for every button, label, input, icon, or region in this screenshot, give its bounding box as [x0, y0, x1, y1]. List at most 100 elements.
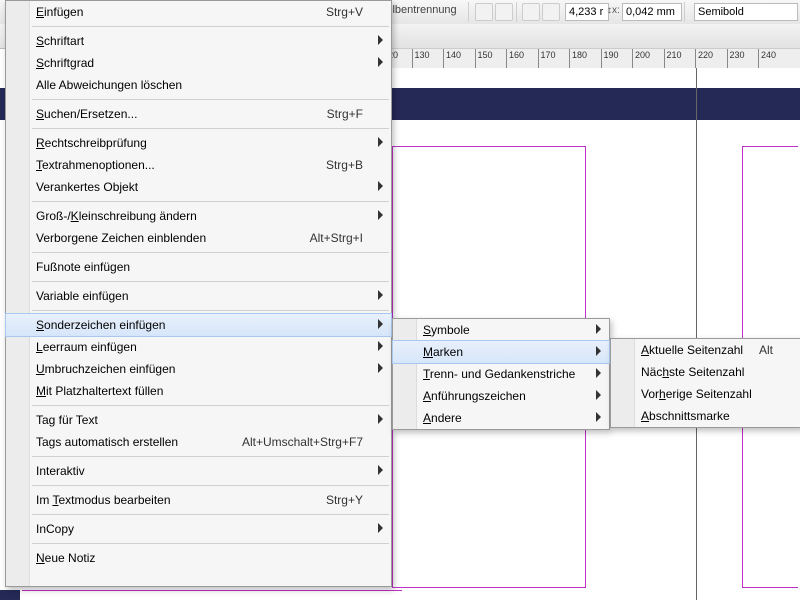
main-menu-item-29[interactable]: Im Textmodus bearbeiten Strg+Y [6, 489, 391, 511]
submenu-arrow-icon [378, 35, 383, 45]
menu-item-label: Symbole [423, 323, 470, 337]
main-menu-item-4[interactable]: Alle Abweichungen löschen [6, 74, 391, 96]
align-icon-2[interactable] [495, 3, 513, 21]
submenu-marken-item-0[interactable]: Aktuelle Seitenzahl Alt [611, 339, 800, 361]
grid-icon[interactable] [522, 3, 540, 21]
main-menu-item-25[interactable]: Tags automatisch erstellen Alt+Umschalt+S… [6, 431, 391, 453]
menu-item-label: Suchen/Ersetzen... [36, 107, 137, 121]
main-menu-item-6[interactable]: Suchen/Ersetzen... Strg+F [6, 103, 391, 125]
main-menu-item-12[interactable]: Groß-/Kleinschreibung ändern [6, 205, 391, 227]
submenu-sonderzeichen-item-0[interactable]: Symbole [393, 319, 609, 341]
main-menu-item-20[interactable]: Leerraum einfügen [6, 336, 391, 358]
submenu-arrow-icon [378, 465, 383, 475]
measure-field-1[interactable]: 4,233 r [565, 3, 609, 21]
ruler-tick: 230 [727, 49, 745, 69]
menu-item-label: Nächste Seitenzahl [641, 365, 744, 379]
menu-item-label: Vorherige Seitenzahl [641, 387, 752, 401]
main-menu-item-9[interactable]: Textrahmenoptionen...Strg+B [6, 154, 391, 176]
menu-item-shortcut: Alt [759, 339, 773, 361]
submenu-sonderzeichen-item-4[interactable]: Andere [393, 407, 609, 429]
menu-item-shortcut: Strg+Y [326, 489, 363, 511]
main-menu-item-24[interactable]: Tag für Text [6, 409, 391, 431]
main-dropdown-menu: Einfügen Strg+V Schriftart Schriftgrad Alle … [5, 0, 392, 587]
menu-item-label: Umbruchzeichen einfügen [36, 362, 175, 376]
menu-separator [32, 405, 389, 406]
main-menu-item-21[interactable]: Umbruchzeichen einfügen [6, 358, 391, 380]
main-menu-item-15[interactable]: Fußnote einfügen [6, 256, 391, 278]
submenu-sonderzeichen-item-3[interactable]: Anführungszeichen [393, 385, 609, 407]
menu-item-label: Tags automatisch erstellen [36, 435, 178, 449]
submenu-sonderzeichen: Symbole Marken Trenn- und Gedankenstriche A… [392, 318, 610, 430]
submenu-arrow-icon [378, 181, 383, 191]
submenu-arrow-icon [596, 368, 601, 378]
menu-item-label: Sonderzeichen einfügen [36, 318, 165, 332]
toolbar-separator [516, 2, 517, 22]
menu-item-label: Schriftart [36, 34, 84, 48]
ruler-tick: 140 [443, 49, 461, 69]
toolbar-fragment-text: ilbentrennung [390, 4, 457, 16]
ruler-tick: 200 [632, 49, 650, 69]
menu-item-label: Abschnittsmarke [641, 409, 730, 423]
menu-item-label: Anführungszeichen [423, 389, 526, 403]
menu-item-shortcut: Strg+V [326, 1, 363, 23]
font-style-field[interactable]: Semibold [694, 3, 798, 21]
submenu-marken-item-2[interactable]: Vorherige Seitenzahl [611, 383, 800, 405]
menu-item-label: Fußnote einfügen [36, 260, 130, 274]
menu-item-label: Textrahmenoptionen... [36, 158, 155, 172]
menu-separator [32, 514, 389, 515]
menu-separator [32, 456, 389, 457]
menu-item-shortcut: Alt+Strg+I [310, 227, 363, 249]
submenu-arrow-icon [596, 412, 601, 422]
main-menu-item-31[interactable]: InCopy [6, 518, 391, 540]
menu-item-shortcut: Alt+Umschalt+Strg+F7 [242, 431, 363, 453]
menu-item-label: Groß-/Kleinschreibung ändern [36, 209, 197, 223]
submenu-arrow-icon [596, 324, 601, 334]
menu-separator [32, 543, 389, 544]
toolbar-separator [468, 2, 469, 22]
main-menu-item-10[interactable]: Verankertes Objekt [6, 176, 391, 198]
submenu-marken-item-3[interactable]: Abschnittsmarke [611, 405, 800, 427]
main-menu-item-22[interactable]: Mit Platzhaltertext füllen [6, 380, 391, 402]
submenu-arrow-icon [378, 290, 383, 300]
menu-item-label: Alle Abweichungen löschen [36, 78, 182, 92]
main-menu-item-8[interactable]: Rechtschreibprüfung [6, 132, 391, 154]
menu-item-shortcut: Strg+F [327, 103, 363, 125]
main-menu-item-13[interactable]: Verborgene Zeichen einblendenAlt+Strg+I [6, 227, 391, 249]
grid-icon-2[interactable] [542, 3, 560, 21]
ruler-tick: 170 [538, 49, 556, 69]
main-menu-item-2[interactable]: Schriftart [6, 30, 391, 52]
submenu-arrow-icon [378, 210, 383, 220]
main-menu-item-19[interactable]: Sonderzeichen einfügen [6, 314, 391, 336]
menu-item-label: Einfügen [36, 5, 83, 19]
horizontal-ruler: 120130140150160170180190200210220230240 [380, 48, 800, 70]
ruler-tick: 190 [601, 49, 619, 69]
ruler-tick: 130 [412, 49, 430, 69]
menu-item-label: Mit Platzhaltertext füllen [36, 384, 163, 398]
main-menu-item-3[interactable]: Schriftgrad [6, 52, 391, 74]
submenu-sonderzeichen-item-2[interactable]: Trenn- und Gedankenstriche [393, 363, 609, 385]
menu-item-label: Im Textmodus bearbeiten [36, 493, 171, 507]
measure-field-2[interactable]: 0,042 mm [622, 3, 682, 21]
ruler-tick: 220 [695, 49, 713, 69]
menu-item-label: Neue Notiz [36, 551, 95, 565]
menu-item-label: Interaktiv [36, 464, 85, 478]
align-icon[interactable] [475, 3, 493, 21]
menu-item-label: Marken [423, 345, 463, 359]
submenu-marken-item-1[interactable]: Nächste Seitenzahl [611, 361, 800, 383]
main-menu-item-17[interactable]: Variable einfügen [6, 285, 391, 307]
menu-item-label: Aktuelle Seitenzahl [641, 343, 743, 357]
menu-item-label: Tag für Text [36, 413, 98, 427]
submenu-arrow-icon [378, 319, 383, 329]
menu-item-label: Leerraum einfügen [36, 340, 137, 354]
submenu-sonderzeichen-item-1[interactable]: Marken [393, 341, 609, 363]
main-menu-item-27[interactable]: Interaktiv [6, 460, 391, 482]
bottom-blue-square [0, 590, 20, 600]
submenu-marken: Aktuelle Seitenzahl Alt Nächste Seitenzahl… [610, 338, 800, 428]
menu-separator [32, 281, 389, 282]
ruler-tick: 150 [475, 49, 493, 69]
main-menu-item-0[interactable]: Einfügen Strg+V [6, 1, 391, 23]
main-menu-item-33[interactable]: Neue Notiz [6, 547, 391, 569]
menu-separator [32, 252, 389, 253]
menu-separator [32, 99, 389, 100]
menu-item-label: Rechtschreibprüfung [36, 136, 147, 150]
